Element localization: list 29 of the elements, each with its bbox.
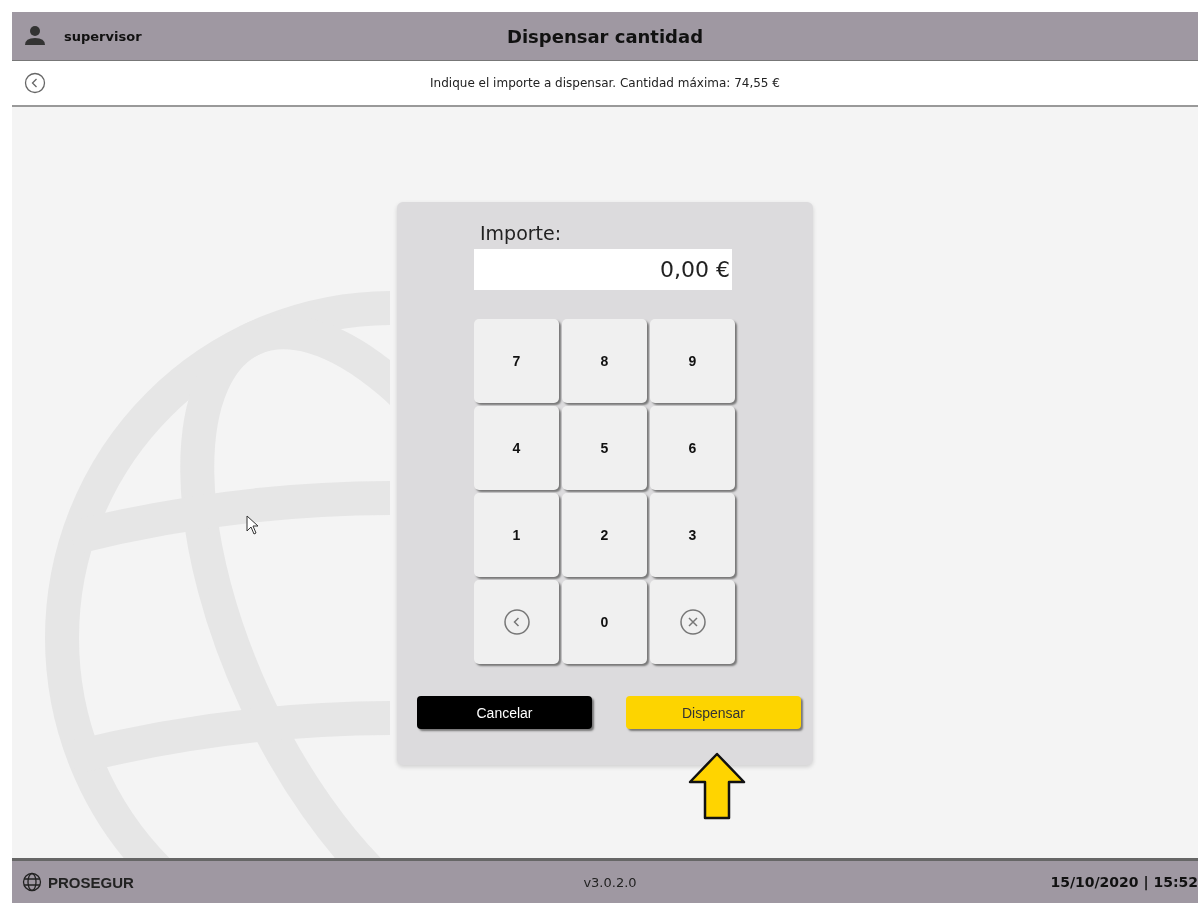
date-time: 15/10/2020 | 15:52 xyxy=(1050,874,1198,890)
digit-key[interactable]: 9 xyxy=(650,319,735,403)
user-name: supervisor xyxy=(64,28,142,44)
globe-icon xyxy=(22,872,42,892)
clear-key[interactable] xyxy=(650,580,735,664)
digit-key[interactable]: 6 xyxy=(650,406,735,490)
cancel-button[interactable]: Cancelar xyxy=(417,696,592,729)
digit-key[interactable]: 8 xyxy=(562,319,647,403)
amount-label: Importe: xyxy=(480,222,563,244)
amount-field[interactable]: 0,00 € xyxy=(474,249,732,290)
digit-key[interactable]: 0 xyxy=(562,580,647,664)
close-icon xyxy=(678,608,707,636)
instruction-text: Indique el importe a dispensar. Cantidad máxima: 74,55 € xyxy=(430,76,780,90)
dispense-button[interactable]: Dispensar xyxy=(626,696,801,729)
backspace-key[interactable] xyxy=(474,580,559,664)
digit-key[interactable]: 5 xyxy=(562,406,647,490)
back-icon[interactable] xyxy=(24,72,46,94)
digit-key[interactable]: 3 xyxy=(650,493,735,577)
digit-key[interactable]: 4 xyxy=(474,406,559,490)
user-icon xyxy=(24,25,46,47)
mouse-pointer-icon xyxy=(246,515,260,535)
window-title: Dispensar cantidad xyxy=(506,25,704,47)
digit-key[interactable]: 1 xyxy=(474,493,559,577)
version-text: v3.0.2.0 xyxy=(583,874,637,890)
digit-key[interactable]: 7 xyxy=(474,319,559,403)
brand-name: PROSEGUR xyxy=(48,873,134,891)
digit-key[interactable]: 2 xyxy=(562,493,647,577)
back-icon xyxy=(502,608,531,636)
up-arrow-icon xyxy=(687,752,747,820)
